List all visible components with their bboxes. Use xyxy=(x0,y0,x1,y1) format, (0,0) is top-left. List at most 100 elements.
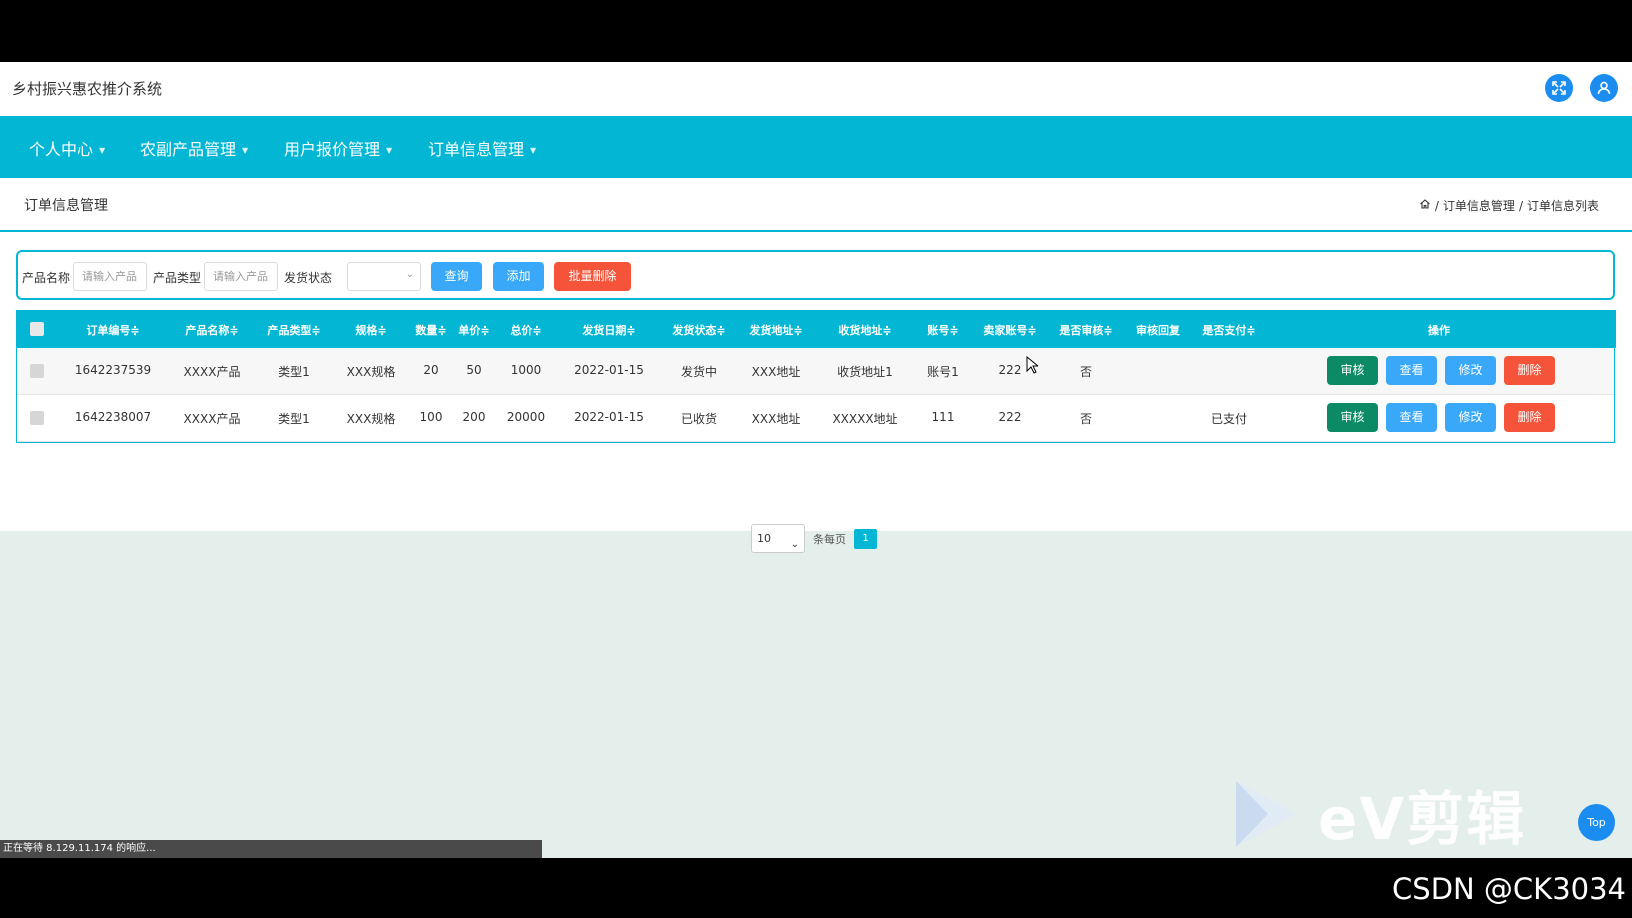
batch-delete-button[interactable]: 批量删除 xyxy=(554,262,631,291)
product-type-label: 产品类型 xyxy=(153,271,202,285)
table-row: 1642237539 XXXX产品 类型1 XXX规格 20 50 1000 2… xyxy=(17,348,1614,395)
header-quantity[interactable]: 数量≑ xyxy=(415,322,446,338)
cell-account: 111 xyxy=(931,410,955,424)
app-screen: 乡村振兴惠农推介系统 个人中心 ▼ 农副产品管理 ▼ 用户报价管理 ▼ 订单信息管理 ▼… xyxy=(0,62,1632,858)
add-button[interactable]: 添加 xyxy=(493,262,544,291)
nav-item-personal-center[interactable]: 个人中心 ▼ xyxy=(29,136,105,160)
page-header: 订单信息管理 / 订单信息管理 / 订单信息列表 xyxy=(0,178,1632,232)
cell-total: 1000 xyxy=(510,363,542,377)
main-nav: 个人中心 ▼ 农副产品管理 ▼ 用户报价管理 ▼ 订单信息管理 ▼ xyxy=(0,116,1632,178)
product-name-label: 产品名称 xyxy=(22,271,71,285)
nav-item-quote-management[interactable]: 用户报价管理 ▼ xyxy=(284,136,392,160)
header-seller-account[interactable]: 卖家账号≑ xyxy=(983,322,1036,338)
cell-product-type: 类型1 xyxy=(278,365,310,379)
row-checkbox[interactable] xyxy=(30,411,44,425)
cell-seller-account: 222 xyxy=(998,410,1022,424)
header-paid[interactable]: 是否支付≑ xyxy=(1202,322,1255,338)
header-account[interactable]: 账号≑ xyxy=(927,322,958,338)
home-icon[interactable] xyxy=(1419,198,1431,213)
cell-receive-address: 收货地址1 xyxy=(837,365,893,379)
fullscreen-icon[interactable] xyxy=(1545,74,1573,102)
breadcrumb: / 订单信息管理 / 订单信息列表 xyxy=(1419,197,1599,214)
header-ship-status[interactable]: 发货状态≑ xyxy=(672,322,725,338)
chevron-down-icon: ▼ xyxy=(99,146,106,155)
order-table: 订单编号≑ 产品名称≑ 产品类型≑ 规格≑ 数量≑ 单价≑ 总价≑ 发货日期≑ … xyxy=(16,310,1616,443)
ship-status-label: 发货状态 xyxy=(284,271,333,285)
page-title: 订单信息管理 xyxy=(24,198,108,214)
play-logo-icon xyxy=(1236,781,1296,847)
back-to-top-button[interactable]: Top xyxy=(1578,804,1615,841)
select-all-checkbox[interactable] xyxy=(30,322,44,336)
chevron-down-icon: ▼ xyxy=(386,146,393,155)
watermark-text: eV剪辑 xyxy=(1318,785,1527,853)
audit-button[interactable]: 审核 xyxy=(1327,403,1378,432)
header-order-no[interactable]: 订单编号≑ xyxy=(86,322,139,338)
breadcrumb-section[interactable]: 订单信息管理 xyxy=(1443,197,1515,214)
delete-button[interactable]: 删除 xyxy=(1504,356,1555,385)
cell-unit-price: 200 xyxy=(462,410,486,424)
header-receive-address[interactable]: 收货地址≑ xyxy=(838,322,891,338)
app-title: 乡村振兴惠农推介系统 xyxy=(12,80,163,98)
delete-button[interactable]: 删除 xyxy=(1504,403,1555,432)
header-spec[interactable]: 规格≑ xyxy=(355,322,386,338)
cell-order-no: 1642238007 xyxy=(74,410,152,424)
ship-status-select[interactable]: ⌄ xyxy=(347,262,421,291)
header-ship-address[interactable]: 发货地址≑ xyxy=(749,322,802,338)
query-button[interactable]: 查询 xyxy=(431,262,482,291)
top-header: 乡村振兴惠农推介系统 xyxy=(0,62,1632,116)
header-audited[interactable]: 是否审核≑ xyxy=(1059,322,1112,338)
table-header: 订单编号≑ 产品名称≑ 产品类型≑ 规格≑ 数量≑ 单价≑ 总价≑ 发货日期≑ … xyxy=(17,310,1616,348)
header-audit-reply: 审核回复 xyxy=(1136,324,1180,337)
chevron-down-icon: ⌄ xyxy=(405,269,414,280)
edit-button[interactable]: 修改 xyxy=(1445,403,1496,432)
cell-paid: 已支付 xyxy=(1210,412,1248,426)
cell-ship-status: 已收货 xyxy=(680,412,718,426)
page-size-select[interactable]: 10 ⌄ xyxy=(751,524,805,553)
credit-text: CSDN @CK3034 xyxy=(1392,872,1626,906)
cell-spec: XXX规格 xyxy=(346,365,396,379)
cell-ship-date: 2022-01-15 xyxy=(574,363,644,377)
cell-audited: 否 xyxy=(1079,365,1093,379)
cell-total: 20000 xyxy=(506,410,546,424)
header-unit-price[interactable]: 单价≑ xyxy=(458,322,489,338)
chevron-down-icon: ▼ xyxy=(242,146,249,155)
cell-audited: 否 xyxy=(1079,412,1093,426)
nav-item-order-management[interactable]: 订单信息管理 ▼ xyxy=(428,136,536,160)
header-product-name[interactable]: 产品名称≑ xyxy=(185,322,238,338)
cell-product-name: XXXX产品 xyxy=(183,365,241,379)
chevron-down-icon: ⌄ xyxy=(790,539,799,550)
edit-button[interactable]: 修改 xyxy=(1445,356,1496,385)
view-button[interactable]: 查看 xyxy=(1386,403,1437,432)
cell-product-name: XXXX产品 xyxy=(183,412,241,426)
watermark: eV剪辑 xyxy=(1234,772,1526,856)
breadcrumb-current: 订单信息列表 xyxy=(1526,199,1599,213)
cell-quantity: 20 xyxy=(423,363,439,377)
pagination: 10 ⌄ 条每页 1 xyxy=(751,524,877,553)
header-product-type[interactable]: 产品类型≑ xyxy=(267,322,320,338)
cell-spec: XXX规格 xyxy=(346,412,396,426)
header-total[interactable]: 总价≑ xyxy=(510,322,541,338)
user-icon[interactable] xyxy=(1590,74,1618,102)
cell-seller-account: 222 xyxy=(998,363,1022,377)
cell-order-no: 1642237539 xyxy=(74,363,152,377)
cell-quantity: 100 xyxy=(419,410,443,424)
product-type-input[interactable]: 请输入产品 xyxy=(204,262,278,291)
main-content: 订单信息管理 / 订单信息管理 / 订单信息列表 产品名称 请输入产品 产品类型… xyxy=(0,178,1632,553)
header-actions: 操作 xyxy=(1428,324,1450,337)
chevron-down-icon: ▼ xyxy=(530,146,537,155)
audit-button[interactable]: 审核 xyxy=(1327,356,1378,385)
nav-item-product-management[interactable]: 农副产品管理 ▼ xyxy=(140,136,248,160)
cell-ship-status: 发货中 xyxy=(680,365,718,379)
cell-ship-address: XXX地址 xyxy=(751,412,801,426)
cell-product-type: 类型1 xyxy=(278,412,310,426)
cell-ship-date: 2022-01-15 xyxy=(574,410,644,424)
product-name-input[interactable]: 请输入产品 xyxy=(73,262,147,291)
row-checkbox[interactable] xyxy=(30,364,44,378)
page-number-button[interactable]: 1 xyxy=(854,528,877,549)
cell-account: 账号1 xyxy=(927,365,959,379)
mouse-cursor-icon xyxy=(1026,356,1038,374)
cell-unit-price: 50 xyxy=(466,363,482,377)
view-button[interactable]: 查看 xyxy=(1386,356,1437,385)
header-ship-date[interactable]: 发货日期≑ xyxy=(582,322,635,338)
cell-ship-address: XXX地址 xyxy=(751,365,801,379)
